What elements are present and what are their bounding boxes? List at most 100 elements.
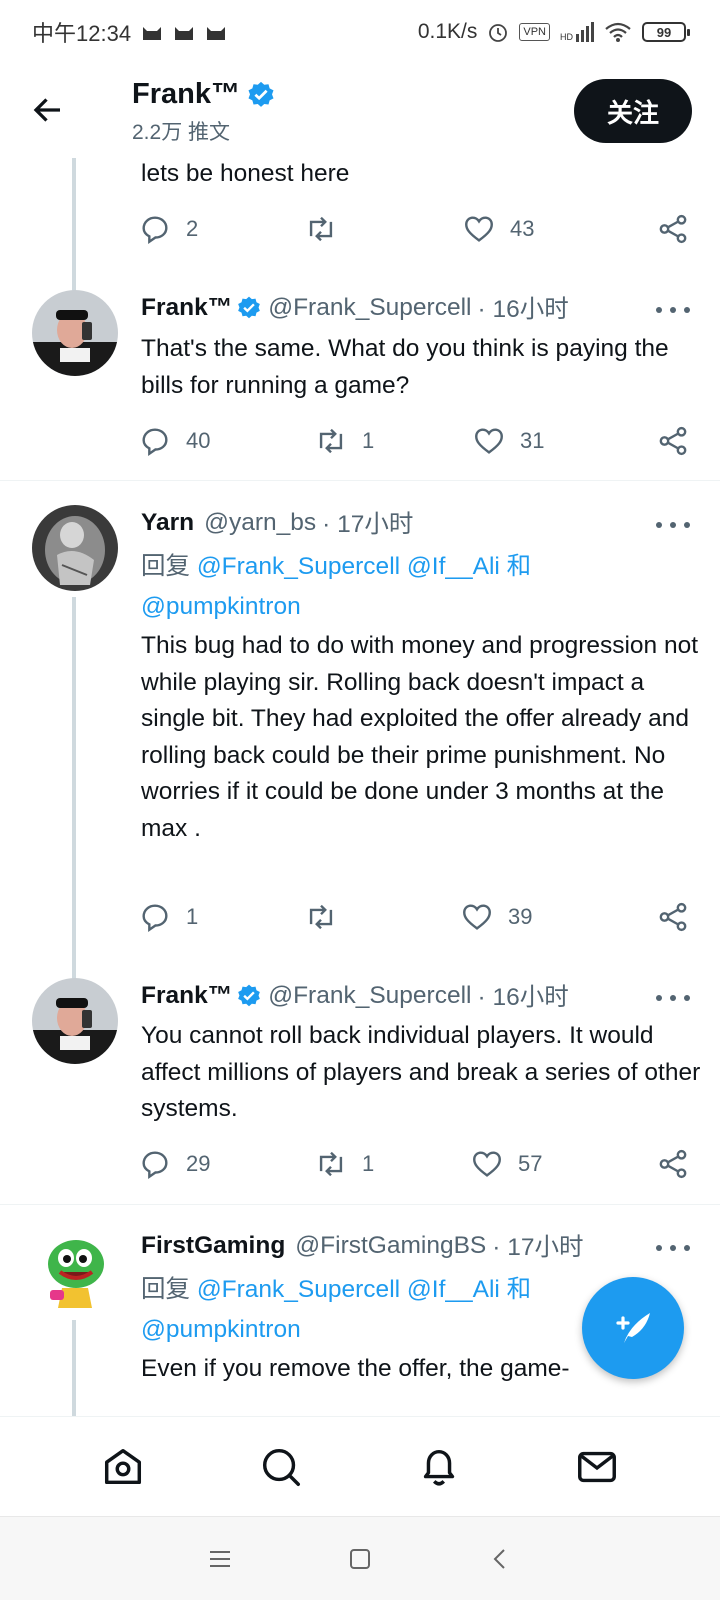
battery-indicator: 99 <box>642 22 690 42</box>
avatar-image <box>32 505 118 591</box>
nav-notifications[interactable] <box>415 1443 463 1491</box>
nav-search[interactable] <box>257 1443 305 1491</box>
retweet-icon <box>309 904 333 930</box>
share-icon <box>659 214 687 244</box>
back-button[interactable] <box>480 1539 520 1579</box>
vpn-indicator: VPN <box>519 23 550 41</box>
retweet-button[interactable]: 1 <box>314 424 374 458</box>
display-name[interactable]: FirstGaming <box>141 1232 285 1260</box>
tweet-text: lets be honest here <box>141 160 350 187</box>
display-name[interactable]: Frank™ <box>141 294 232 322</box>
more-options-button[interactable] <box>656 1243 690 1253</box>
reply-prefix: 回复 <box>141 1276 190 1303</box>
cat-notification-icon <box>143 27 162 40</box>
share-button[interactable] <box>656 900 690 934</box>
alarm-icon <box>489 24 508 42</box>
nav-messages[interactable] <box>573 1443 621 1491</box>
heart-icon <box>463 904 491 930</box>
mention-link[interactable]: @If__Ali <box>407 1276 500 1303</box>
home-button[interactable] <box>340 1539 380 1579</box>
reply-prefix: 回复 <box>141 553 190 580</box>
share-icon <box>659 426 687 456</box>
profile-name: Frank™ <box>132 78 240 110</box>
like-button[interactable]: 31 <box>472 424 544 458</box>
tweet-time: · 16小时 <box>477 984 569 1011</box>
retweet-icon <box>319 1151 343 1177</box>
verified-badge-icon <box>238 984 261 1006</box>
more-options-button[interactable] <box>656 993 690 1003</box>
divider <box>0 480 720 481</box>
avatar[interactable] <box>32 1228 118 1314</box>
reply-button[interactable]: 40 <box>138 424 210 458</box>
avatar-image <box>32 1228 118 1314</box>
reply-button[interactable]: 29 <box>138 1147 210 1181</box>
mention-link[interactable]: @pumpkintron <box>141 1316 301 1343</box>
retweet-count: 1 <box>362 1151 375 1176</box>
avatar-image <box>32 978 118 1064</box>
tweet-actions: 1 39 <box>0 900 720 940</box>
compose-tweet-button[interactable] <box>582 1277 684 1379</box>
retweet-button[interactable] <box>304 900 352 934</box>
wifi-icon <box>605 22 631 42</box>
mention-link[interactable]: @Frank_Supercell <box>197 553 400 580</box>
nav-home[interactable] <box>99 1443 147 1491</box>
heart-icon <box>465 216 493 242</box>
display-name[interactable]: Frank™ <box>141 982 232 1010</box>
reply-context: 回复 @Frank_Supercell @If__Ali 和 @pumpkint… <box>141 547 681 627</box>
mention-link[interactable]: @pumpkintron <box>141 593 301 620</box>
like-button[interactable]: 57 <box>470 1147 542 1181</box>
cat-notification-icon <box>175 27 194 40</box>
user-handle[interactable]: @Frank_Supercell <box>268 294 471 322</box>
tweet-time: · 17小时 <box>492 1234 584 1261</box>
hd-label: HD <box>560 32 573 42</box>
verified-badge-icon <box>238 296 261 318</box>
share-button[interactable] <box>656 424 690 458</box>
status-bar: 中午12:34 0.1K/s VPN HD 99 <box>0 0 720 64</box>
avatar[interactable] <box>32 978 118 1064</box>
like-button[interactable]: 39 <box>460 900 532 934</box>
mention-link[interactable]: @Frank_Supercell <box>197 1276 400 1303</box>
mention-link[interactable]: @If__Ali <box>407 553 500 580</box>
square-icon <box>350 1548 370 1569</box>
display-name[interactable]: Yarn <box>141 509 194 537</box>
share-button[interactable] <box>656 1147 690 1181</box>
net-speed: 0.1K/s <box>417 20 478 43</box>
signal-icon: HD <box>560 22 594 42</box>
profile-name-row: Frank™ <box>132 78 276 111</box>
heart-icon <box>475 428 503 454</box>
reply-button[interactable]: 1 <box>138 900 198 934</box>
like-button[interactable]: 43 <box>462 212 534 246</box>
tweet-feed: lets be honest here 2 43 Frank™ @Frank_S… <box>0 64 720 1416</box>
retweet-icon <box>319 428 343 454</box>
like-count: 57 <box>518 1151 543 1176</box>
tweet-actions: 2 43 <box>0 212 720 252</box>
tweet-time: · 16小时 <box>477 296 569 323</box>
user-handle[interactable]: @Frank_Supercell <box>268 982 471 1010</box>
like-count: 43 <box>510 216 535 241</box>
reply-button[interactable]: 2 <box>138 212 198 246</box>
retweet-button[interactable]: 1 <box>314 1147 374 1181</box>
user-handle[interactable]: @yarn_bs <box>204 509 316 537</box>
tweet-text: That's the same. What do you think is pa… <box>141 335 669 399</box>
retweet-count: 1 <box>362 428 375 453</box>
reply-icon <box>142 428 168 457</box>
bottom-navigation <box>0 1416 720 1516</box>
retweet-button[interactable] <box>304 212 352 246</box>
share-button[interactable] <box>656 212 690 246</box>
menu-button[interactable] <box>200 1539 240 1579</box>
heart-icon <box>473 1151 501 1177</box>
mention-and: 和 <box>506 1276 532 1303</box>
back-arrow-icon[interactable] <box>30 92 66 128</box>
user-handle[interactable]: @FirstGamingBS <box>295 1232 486 1260</box>
more-options-button[interactable] <box>656 305 690 315</box>
avatar[interactable] <box>32 505 118 591</box>
avatar[interactable] <box>32 290 118 376</box>
notifications-icon <box>423 1449 455 1485</box>
menu-icon <box>210 1550 230 1567</box>
reply-icon <box>142 216 168 245</box>
follow-button[interactable]: 关注 <box>574 79 692 143</box>
compose-tweet-icon <box>616 1313 650 1343</box>
more-options-button[interactable] <box>656 520 690 530</box>
mention-and: 和 <box>506 553 532 580</box>
tweet-actions: 40 1 31 <box>0 424 720 464</box>
